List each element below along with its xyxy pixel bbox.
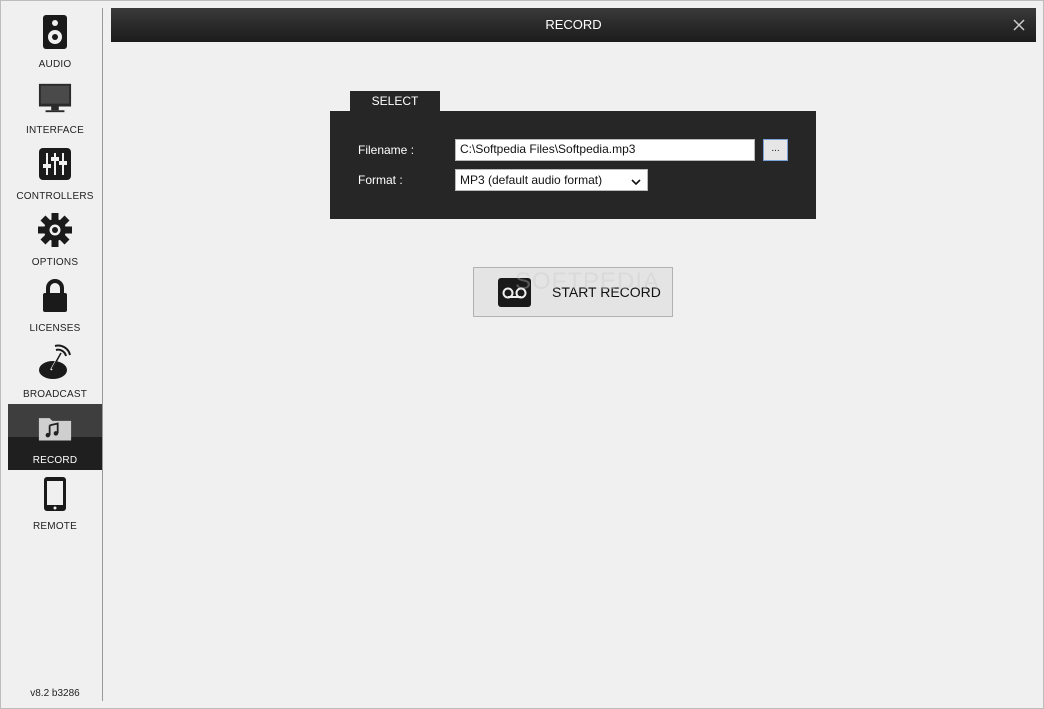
filename-field[interactable]: C:\Softpedia Files\Softpedia.mp3 — [455, 139, 755, 161]
format-dropdown[interactable]: MP3 (default audio format) — [455, 169, 648, 191]
sidebar-item-label: REMOTE — [33, 521, 77, 532]
title-bar: RECORD — [111, 8, 1036, 42]
format-label: Format : — [358, 173, 403, 187]
select-panel — [330, 111, 816, 219]
cassette-icon — [498, 278, 531, 307]
phone-icon — [38, 474, 72, 514]
page-title: RECORD — [545, 17, 602, 32]
close-icon — [1013, 19, 1025, 31]
sidebar-item-options[interactable]: OPTIONS — [8, 206, 102, 272]
sidebar-item-broadcast[interactable]: BROADCAST — [8, 338, 102, 404]
close-button[interactable] — [1010, 16, 1028, 34]
sidebar-item-label: LICENSES — [29, 323, 81, 334]
sidebar-item-record[interactable]: RECORD — [8, 404, 102, 470]
sidebar-item-licenses[interactable]: LICENSES — [8, 272, 102, 338]
chevron-down-icon — [631, 175, 641, 189]
sidebar-item-remote[interactable]: REMOTE — [8, 470, 102, 536]
sidebar-item-audio[interactable]: AUDIO — [8, 8, 102, 74]
sidebar-item-label: BROADCAST — [22, 389, 88, 400]
sidebar-item-label: RECORD — [32, 455, 78, 466]
format-selected-value: MP3 (default audio format) — [460, 173, 603, 187]
sidebar-item-label: OPTIONS — [31, 257, 79, 268]
sidebar-divider — [102, 8, 103, 701]
version-label: v8.2 b3286 — [30, 688, 80, 699]
monitor-icon — [38, 78, 72, 118]
sidebar-item-interface[interactable]: INTERFACE — [8, 74, 102, 140]
window-frame — [0, 0, 1044, 709]
speaker-icon — [38, 12, 72, 52]
tab-select[interactable]: SELECT — [350, 91, 440, 112]
start-record-label: START RECORD — [552, 284, 661, 300]
music-folder-icon — [38, 408, 72, 448]
gear-icon — [38, 210, 72, 250]
start-record-button[interactable]: START RECORD — [473, 267, 673, 317]
sidebar-item-label: INTERFACE — [26, 125, 84, 136]
broadcast-dish-icon — [38, 342, 72, 382]
sidebar-nav: AUDIO INTERFACE CONTROLLERS OPTIONS LICE… — [8, 8, 102, 701]
sidebar-item-controllers[interactable]: CONTROLLERS — [8, 140, 102, 206]
browse-button[interactable]: ... — [763, 139, 788, 161]
lock-icon — [38, 276, 72, 316]
filename-label: Filename : — [358, 143, 415, 157]
sidebar-item-label: CONTROLLERS — [16, 191, 94, 202]
mixer-faders-icon — [38, 144, 72, 184]
sidebar-item-label: AUDIO — [38, 59, 72, 70]
